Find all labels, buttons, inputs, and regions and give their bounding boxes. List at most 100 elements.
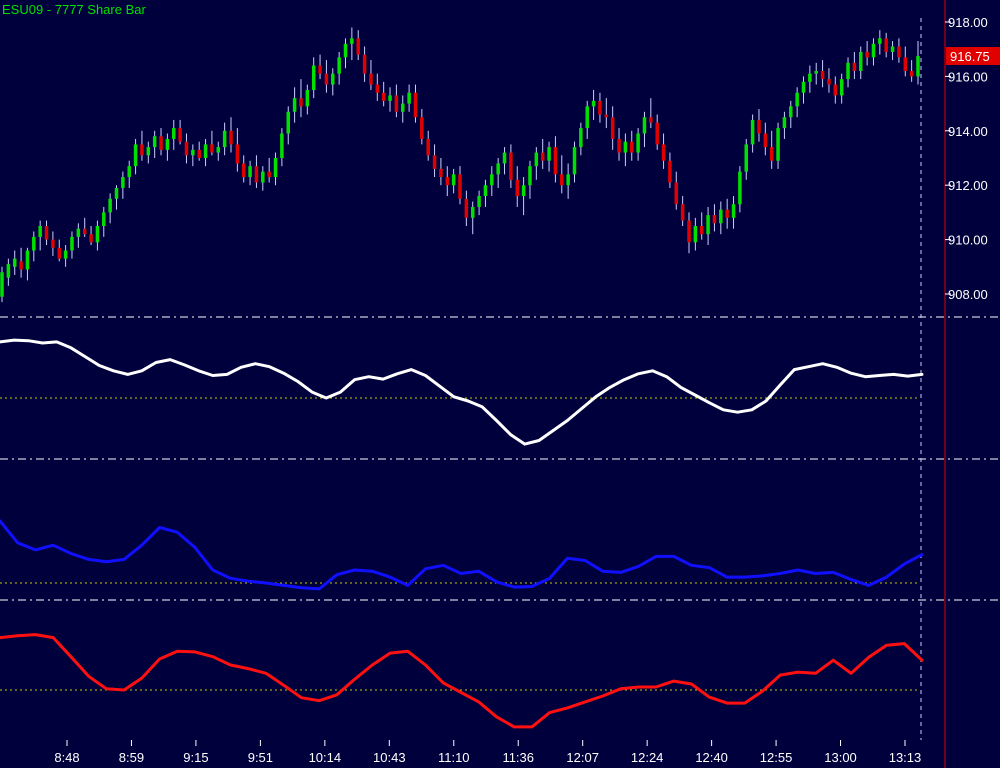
candle-body-up xyxy=(165,138,170,150)
price-tick-label: 914.00 xyxy=(948,124,988,139)
candle-body-down xyxy=(674,182,679,205)
price-tick-label: 912.00 xyxy=(948,178,988,193)
candle-body-down xyxy=(235,144,240,164)
candle-body-up xyxy=(114,187,119,199)
candle-body-up xyxy=(76,228,81,237)
candle-body-down xyxy=(324,73,329,85)
candle-body-up xyxy=(871,43,876,58)
candle-body-down xyxy=(159,136,163,150)
candle-body-down xyxy=(649,117,653,123)
candle-body-up xyxy=(191,149,195,156)
candle-body-down xyxy=(369,73,373,85)
price-tick-label: 918.00 xyxy=(948,15,988,30)
candle-body-up xyxy=(846,62,850,80)
candle-body-up xyxy=(534,152,539,167)
candle-body-up xyxy=(12,258,17,267)
time-tick-label: 12:07 xyxy=(566,750,599,765)
candle-body-down xyxy=(827,79,831,85)
candle-body-down xyxy=(44,226,49,240)
candle-body-down xyxy=(318,65,322,74)
candle-body-down xyxy=(229,130,233,145)
candle-body-up xyxy=(572,147,577,175)
candle-body-down xyxy=(267,171,271,178)
candle-body-up xyxy=(146,147,151,156)
candle-body-up xyxy=(451,174,456,186)
candle-body-up xyxy=(776,128,780,161)
candle-body-down xyxy=(184,141,189,156)
chart-title: ESU09 - 7777 Share Bar xyxy=(2,2,146,17)
candle-body-up xyxy=(719,209,723,224)
candle-body-up xyxy=(470,206,475,218)
candle-body-down xyxy=(241,163,246,178)
time-tick-label: 13:00 xyxy=(824,750,857,765)
candle-body-down xyxy=(661,144,666,161)
candle-body-up xyxy=(916,56,920,77)
candle-body-down xyxy=(210,144,214,153)
candle-body-up xyxy=(801,81,806,93)
candle-body-up xyxy=(547,147,551,161)
candle-body-down xyxy=(394,95,399,112)
candle-body-up xyxy=(878,38,882,44)
candle-body-down xyxy=(426,138,430,156)
candle-body-down xyxy=(903,57,908,71)
candle-body-up xyxy=(496,163,500,175)
candle-body-up xyxy=(331,73,335,85)
candle-body-up xyxy=(814,70,818,74)
candle-body-down xyxy=(655,122,659,145)
candle-body-up xyxy=(203,144,208,158)
candle-body-up xyxy=(102,212,106,226)
candle-body-down xyxy=(51,239,55,248)
candle-body-up xyxy=(121,177,125,188)
time-tick-label: 10:14 xyxy=(309,750,342,765)
candle-body-down xyxy=(57,247,61,259)
candle-body-down xyxy=(420,117,424,139)
candle-body-down xyxy=(712,215,717,224)
time-tick-label: 9:15 xyxy=(183,750,208,765)
candle-body-down xyxy=(553,147,558,175)
candle-body-up xyxy=(795,92,799,107)
candle-body-down xyxy=(852,62,857,71)
candle-body-up xyxy=(490,174,494,186)
candle-body-down xyxy=(884,38,888,52)
candle-body-up xyxy=(273,158,278,178)
time-tick-label: 12:55 xyxy=(760,750,793,765)
time-tick-label: 11:10 xyxy=(438,750,470,765)
candle-body-up xyxy=(477,196,481,207)
candle-body-up xyxy=(693,226,698,243)
candle-body-down xyxy=(464,198,469,218)
candle-body-up xyxy=(172,128,176,139)
candle-body-up xyxy=(95,226,100,243)
candle-body-up xyxy=(591,100,596,107)
candle-body-up xyxy=(789,106,793,118)
time-tick-label: 8:59 xyxy=(119,750,144,765)
candle-body-up xyxy=(483,185,488,197)
candle-body-up xyxy=(738,171,742,205)
candle-body-up xyxy=(292,98,297,112)
price-tick-label: 910.00 xyxy=(948,233,988,248)
candle-body-down xyxy=(560,174,564,186)
candle-body-up xyxy=(890,46,895,52)
last-price-marker: 916.75 xyxy=(946,47,1000,65)
candle-body-down xyxy=(687,220,691,243)
candle-body-up xyxy=(311,65,316,90)
time-tick-label: 10:43 xyxy=(373,750,406,765)
candle-body-up xyxy=(0,272,4,297)
candle-body-down xyxy=(680,204,685,221)
candle-body-down xyxy=(439,168,443,178)
price-tick-label: 908.00 xyxy=(948,287,988,302)
time-tick-label: 8:48 xyxy=(54,750,79,765)
candle-body-down xyxy=(769,147,774,161)
candle-body-down xyxy=(140,144,144,156)
candle-body-up xyxy=(731,204,736,218)
candle-body-down xyxy=(299,98,303,107)
candle-body-up xyxy=(623,141,628,153)
candle-body-up xyxy=(579,128,583,148)
candle-body-down xyxy=(432,155,437,169)
candle-body-down xyxy=(375,84,380,93)
candle-body-up xyxy=(350,38,354,44)
candle-body-up xyxy=(216,147,221,153)
candle-body-up xyxy=(744,144,748,172)
candle-body-up xyxy=(388,95,392,101)
candle-body-down xyxy=(757,119,761,134)
candle-body-up xyxy=(108,198,112,213)
